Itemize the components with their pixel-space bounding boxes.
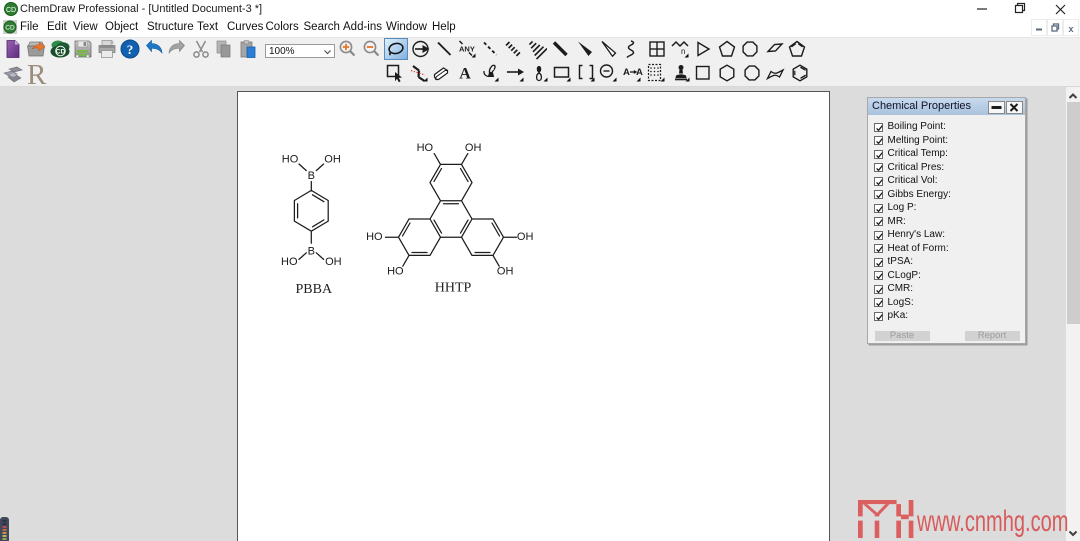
svg-text:B: B xyxy=(308,245,315,257)
svg-text:OH: OH xyxy=(517,231,534,243)
svg-text:HO: HO xyxy=(417,142,434,154)
svg-text:OH: OH xyxy=(325,256,342,268)
svg-text:HO: HO xyxy=(387,266,404,278)
svg-text:OH: OH xyxy=(465,142,482,154)
svg-text:OH: OH xyxy=(324,153,341,165)
svg-text:B: B xyxy=(308,170,315,182)
svg-text:HHTP: HHTP xyxy=(435,281,472,296)
svg-text:HO: HO xyxy=(366,231,383,243)
svg-text:HO: HO xyxy=(281,256,298,268)
svg-text:PBBA: PBBA xyxy=(296,282,333,297)
svg-text:HO: HO xyxy=(282,153,299,165)
svg-text:OH: OH xyxy=(497,266,514,278)
